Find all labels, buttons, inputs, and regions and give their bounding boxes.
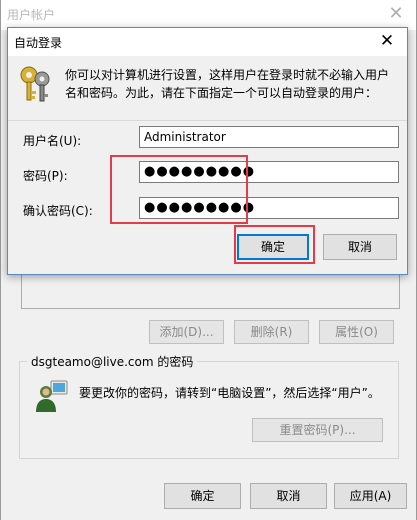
dialog-title-bar: 自动登录 ✕ [8,28,407,56]
password-hint-text: 要更改你的密码，请转到“电脑设置”，然后选择“用户”。 [79,386,380,400]
dialog-ok-button[interactable]: 确定 [237,234,309,260]
cancel-button[interactable]: 取消 [250,483,327,509]
password-label: 密码(P): [23,169,68,183]
dialog-title: 自动登录 [14,36,63,50]
confirm-password-field[interactable]: ●●●●●●●●● [139,197,399,219]
password-group [19,361,399,459]
dialog-cancel-button[interactable]: 取消 [323,234,397,260]
auto-logon-dialog: 自动登录 ✕ 你可以对计算机进行设置，这样用户在登录时就不必输入用户名和密码。为… [7,27,408,275]
confirm-password-label: 确认密码(C): [23,204,93,218]
reset-password-button[interactable]: 重置密码(P)... [252,418,383,442]
user-list[interactable] [21,272,400,309]
properties-button[interactable]: 属性(O) [319,320,394,344]
password-group-title: dsgteamo@live.com 的密码 [27,353,198,370]
password-field[interactable]: ●●●●●●●●● [139,161,399,183]
close-icon[interactable]: ✕ [375,29,399,53]
window-title: 用户帐户 [7,8,56,22]
ok-button[interactable]: 确定 [164,483,241,509]
keys-icon [20,66,50,102]
dialog-description: 你可以对计算机进行设置，这样用户在登录时就不必输入用户名和密码。为此，请在下面指… [65,68,390,100]
close-icon[interactable]: ✕ [382,2,410,26]
apply-button[interactable]: 应用(A) [334,483,407,509]
remove-button[interactable]: 删除(R) [234,320,309,344]
user-icon [36,380,68,412]
add-button[interactable]: 添加(D)... [149,320,224,344]
username-label: 用户名(U): [23,134,82,148]
username-field[interactable]: Administrator [139,126,399,148]
title-bar: 用户帐户 ✕ [1,0,416,30]
divider [8,120,407,121]
